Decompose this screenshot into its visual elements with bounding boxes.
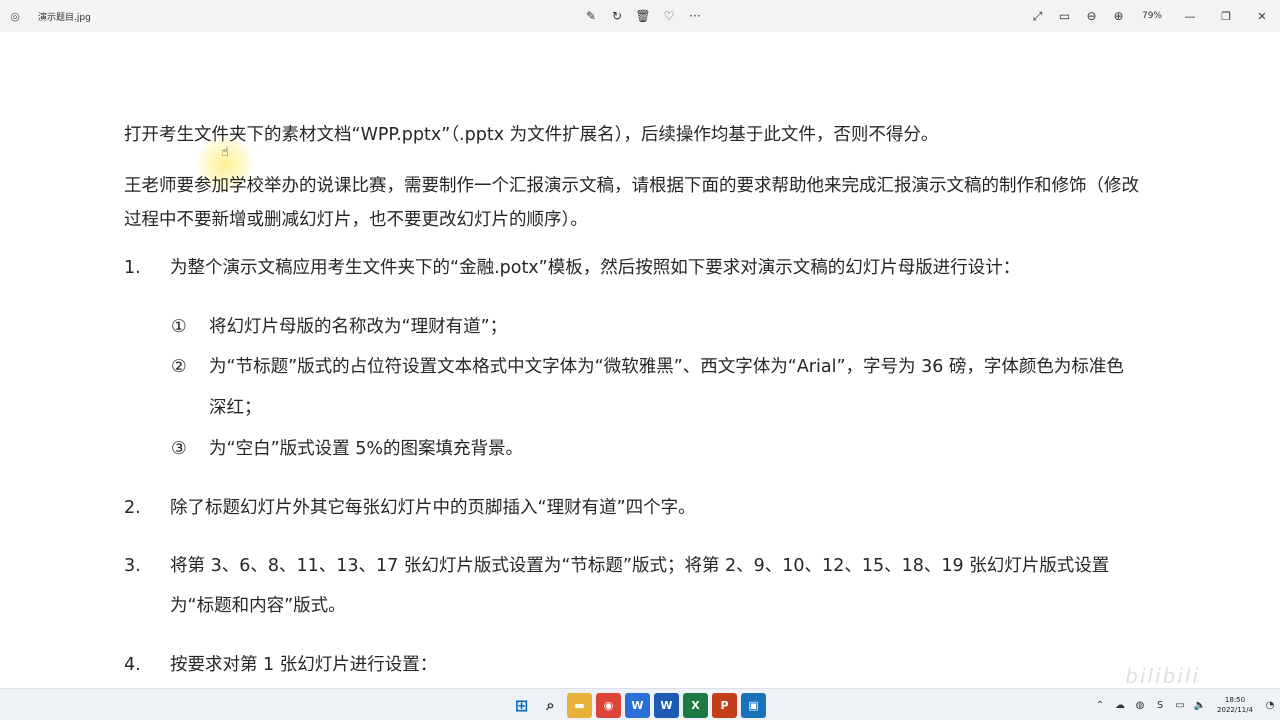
taskbar-apps: ⊞ ⌕ ▬ ◉ W W X P ▣ <box>509 689 766 720</box>
item-number: 1. <box>124 258 141 278</box>
taskbar-chrome-icon[interactable]: ◉ <box>596 692 621 718</box>
zoom-out-icon[interactable]: ⊖ <box>1078 0 1105 32</box>
sub-item-text: 为“节标题”版式的占位符设置文本格式中文字体为“微软雅黑”、西文字体为“Aria… <box>209 357 1124 418</box>
sub-item-number: ③ <box>171 439 187 459</box>
app-tray-icon[interactable]: ◍ <box>1130 689 1150 720</box>
list-item: 1. 为整个演示文稿应用考生文件夹下的“金融.potx”模板，然后按照如下要求对… <box>124 248 1144 288</box>
item-number: 2. <box>124 498 141 518</box>
minimize-icon[interactable]: — <box>1172 0 1208 32</box>
sub-item-number: ① <box>171 317 187 337</box>
hand-cursor-icon: ☝ <box>221 145 229 160</box>
sub-item-number: ② <box>171 357 187 377</box>
sub-list-item: ② 为“节标题”版式的占位符设置文本格式中文字体为“微软雅黑”、西文字体为“Ar… <box>171 347 1141 429</box>
taskbar-powerpoint-icon[interactable]: P <box>712 692 737 718</box>
fullscreen-icon[interactable]: ⤢ <box>1024 0 1051 32</box>
network-icon[interactable]: ▭ <box>1170 689 1190 720</box>
volume-icon[interactable]: 🔈 <box>1190 689 1210 720</box>
photos-app-icon: ◎ <box>10 9 20 23</box>
clock-time: 18:50 <box>1224 696 1246 704</box>
sub-list-item: ① 将幻灯片母版的名称改为“理财有道”； <box>171 307 1141 348</box>
restore-icon[interactable]: ❐ <box>1208 0 1244 32</box>
sub-item-text: 为“空白”版式设置 5%的图案填充背景。 <box>209 439 523 459</box>
clock-date: 2022/11/4 <box>1217 706 1253 714</box>
chevron-up-icon[interactable]: ⌃ <box>1090 689 1110 720</box>
window-title: 演示题目.jpg <box>38 12 91 23</box>
description-paragraph: 王老师要参加学校举办的说课比赛，需要制作一个汇报演示文稿，请根据下面的要求帮助他… <box>124 176 1139 230</box>
title-bar: ◎ 演示题目.jpg ✎ ↻ 🗑 ♡ ··· ⤢ ▭ ⊖ ⊕ 79% — ❐ ✕ <box>0 0 1280 32</box>
sub-item-text: 将幻灯片母版的名称改为“理财有道”； <box>209 317 508 337</box>
intro-paragraph: 打开考生文件夹下的素材文档“WPP.pptx”（.pptx 为文件扩展名），后续… <box>124 125 939 145</box>
taskbar-word-icon[interactable]: W <box>654 692 679 718</box>
item-number: 4. <box>124 655 141 675</box>
taskbar-search-icon[interactable]: ⌕ <box>538 693 563 718</box>
item-text: 除了标题幻灯片外其它每张幻灯片中的页脚插入“理财有道”四个字。 <box>170 498 696 518</box>
fit-icon[interactable]: ▭ <box>1051 0 1078 32</box>
rotate-icon[interactable]: ↻ <box>604 0 630 32</box>
item-number: 3. <box>124 556 141 576</box>
taskbar-excel-icon[interactable]: X <box>683 692 708 718</box>
system-tray: ⌃ ☁ ◍ S ▭ 🔈 18:50 2022/11/4 ◔ <box>1090 689 1280 720</box>
sub-list-item: ③ 为“空白”版式设置 5%的图案填充背景。 <box>171 429 1141 470</box>
taskbar-photos-icon[interactable]: ▣ <box>741 692 766 718</box>
view-controls: ⤢ ▭ ⊖ ⊕ 79% — ❐ ✕ <box>1024 0 1280 32</box>
item-text: 为整个演示文稿应用考生文件夹下的“金融.potx”模板，然后按照如下要求对演示文… <box>170 258 1021 278</box>
document-image: 打开考生文件夹下的素材文档“WPP.pptx”（.pptx 为文件扩展名），后续… <box>0 32 1280 688</box>
more-icon[interactable]: ··· <box>682 0 708 32</box>
taskbar-file-explorer-icon[interactable]: ▬ <box>567 692 592 718</box>
taskbar-wps-writer-icon[interactable]: W <box>625 692 650 718</box>
zoom-level[interactable]: 79% <box>1132 11 1172 21</box>
item-text: 将第 3、6、8、11、13、17 张幻灯片版式设置为“节标题”版式；将第 2、… <box>170 556 1110 616</box>
edit-icon[interactable]: ✎ <box>578 0 604 32</box>
list-item: 3. 将第 3、6、8、11、13、17 张幻灯片版式设置为“节标题”版式；将第… <box>124 546 1144 626</box>
input-method-icon[interactable]: S <box>1150 689 1170 720</box>
list-item: 4. 按要求对第 1 张幻灯片进行设置： <box>124 645 1144 685</box>
clock[interactable]: 18:50 2022/11/4 <box>1210 695 1260 715</box>
cloud-icon[interactable]: ☁ <box>1110 689 1130 720</box>
zoom-in-icon[interactable]: ⊕ <box>1105 0 1132 32</box>
taskbar: ⊞ ⌕ ▬ ◉ W W X P ▣ ⌃ ☁ ◍ S ▭ 🔈 18:50 2022/11/4 ◔ <box>0 688 1280 720</box>
delete-icon[interactable]: 🗑 <box>630 0 656 32</box>
notification-icon[interactable]: ◔ <box>1260 689 1280 720</box>
close-icon[interactable]: ✕ <box>1244 0 1280 32</box>
item-text: 按要求对第 1 张幻灯片进行设置： <box>170 655 438 675</box>
list-item: 2. 除了标题幻灯片外其它每张幻灯片中的页脚插入“理财有道”四个字。 <box>124 488 1144 528</box>
favorite-icon[interactable]: ♡ <box>656 0 682 32</box>
video-watermark: bilibili <box>1125 664 1200 688</box>
toolbar: ✎ ↻ 🗑 ♡ ··· <box>578 0 708 32</box>
taskbar-start-icon[interactable]: ⊞ <box>509 693 534 718</box>
